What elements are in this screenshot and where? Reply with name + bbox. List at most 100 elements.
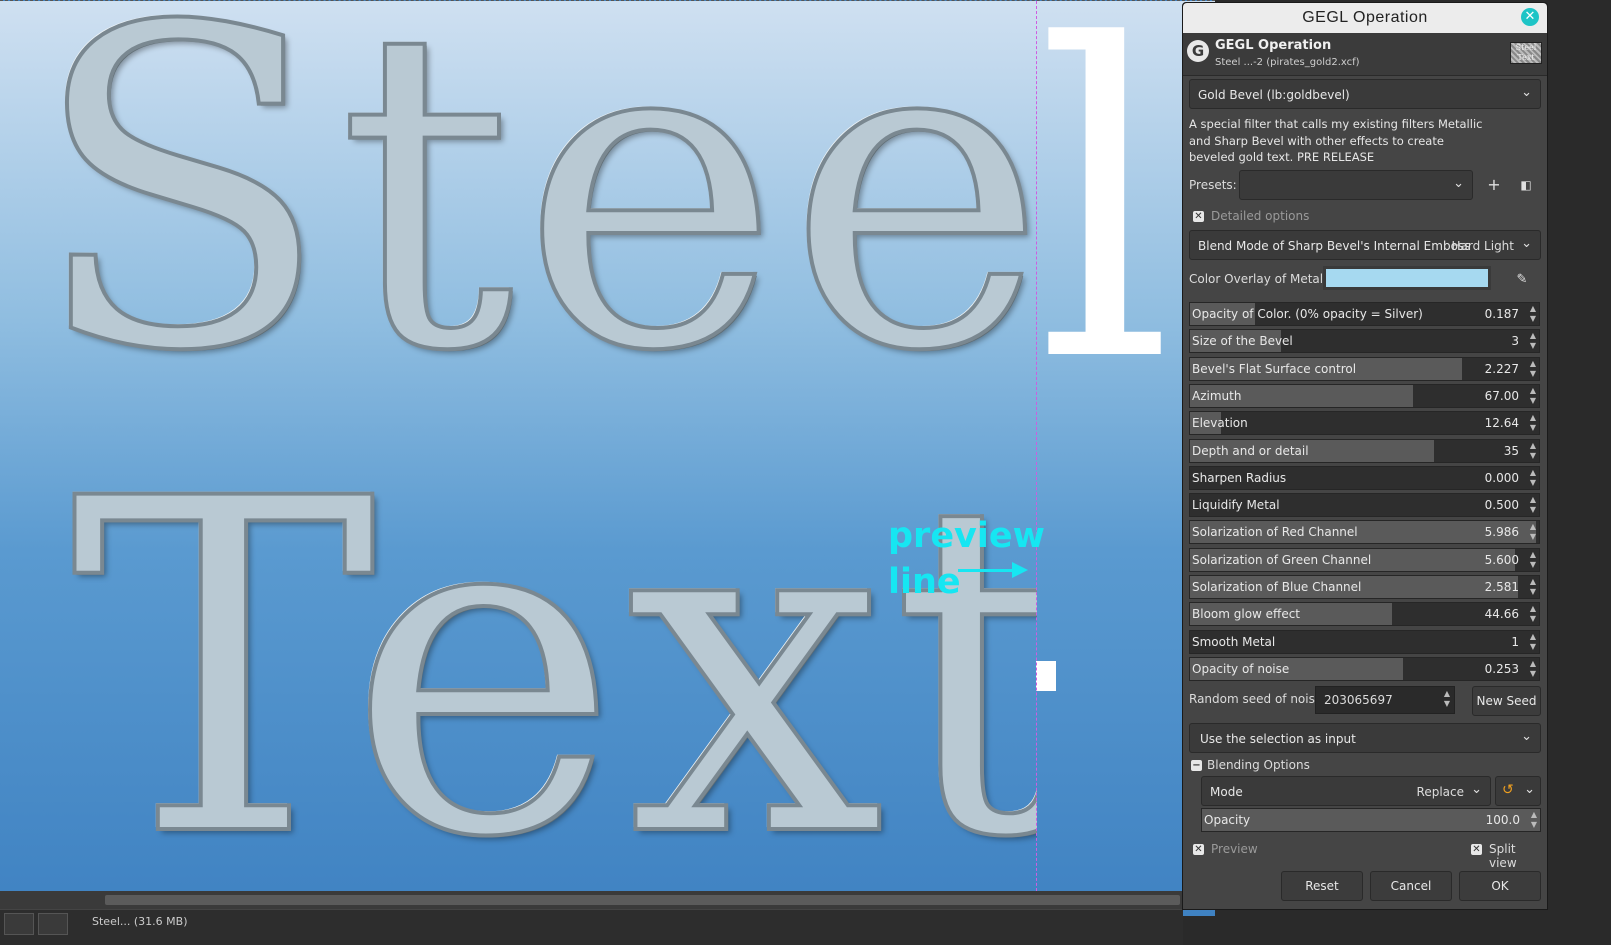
header-subtitle: Steel ...-2 (pirates_gold2.xcf) <box>1215 57 1360 68</box>
blend-mode-label: Blend Mode of Sharp Bevel's Internal Emb… <box>1198 239 1471 253</box>
blending-options-collapse[interactable]: − <box>1191 760 1202 771</box>
seed-input[interactable]: 203065697 ▲ ▼ <box>1315 686 1455 714</box>
slider-value: 0.000 <box>1484 470 1519 485</box>
status-zoom-button[interactable] <box>38 913 68 935</box>
close-icon[interactable]: ✕ <box>1521 8 1539 26</box>
color-picker-icon[interactable]: ✎ <box>1509 267 1535 293</box>
slider-label: Solarization of Red Channel <box>1192 525 1358 540</box>
add-preset-icon[interactable]: + <box>1481 172 1507 198</box>
spin-icon[interactable]: ▲ ▼ <box>1530 604 1536 624</box>
param-slider[interactable]: Elevation 12.64 ▲ ▼ <box>1189 411 1540 436</box>
scrollbar-thumb[interactable] <box>105 895 1180 905</box>
input-mode-value: Use the selection as input <box>1200 732 1356 746</box>
image-thumbnail: Steel Text <box>1510 42 1542 64</box>
slider-value: 100.0 <box>1485 813 1520 827</box>
slider-label: Solarization of Blue Channel <box>1192 580 1362 594</box>
spin-icon[interactable]: ▲ ▼ <box>1530 468 1536 488</box>
slider-value: 67.00 <box>1484 388 1519 403</box>
param-slider[interactable]: Bevel's Flat Surface control 2.227 ▲ ▼ <box>1189 356 1540 381</box>
param-slider[interactable]: Depth and or detail 35 ▲ ▼ <box>1189 438 1540 463</box>
blend-mode-replace-select[interactable]: Mode Replace ⌄ <box>1201 776 1491 806</box>
spin-icon[interactable]: ▲ ▼ <box>1531 810 1537 830</box>
new-seed-button[interactable]: New Seed <box>1472 686 1541 716</box>
split-view-label: Split view <box>1489 842 1517 870</box>
spin-icon[interactable]: ▲ ▼ <box>1530 441 1536 461</box>
presets-label: Presets: <box>1189 178 1237 192</box>
gegl-logo-icon: G <box>1187 40 1209 62</box>
spin-icon[interactable]: ▲ ▼ <box>1530 495 1536 515</box>
original-letter-t-fragment <box>1036 661 1056 691</box>
original-letter-l: l <box>1036 0 1174 456</box>
annotation-arrow-shaft <box>958 569 1016 572</box>
ok-button[interactable]: OK <box>1459 871 1541 901</box>
operation-description: A special filter that calls my existing … <box>1189 117 1483 164</box>
spin-icon[interactable]: ▲ ▼ <box>1530 386 1536 406</box>
slider-value: 2.227 <box>1484 361 1519 376</box>
spin-icon[interactable]: ▲ ▼ <box>1530 632 1536 652</box>
arrow-right-icon <box>1012 562 1028 578</box>
blend-mode-select[interactable]: Blend Mode of Sharp Bevel's Internal Emb… <box>1189 230 1541 260</box>
color-overlay-label: Color Overlay of Metal <box>1189 272 1324 286</box>
chevron-down-icon: ⌄ <box>1453 176 1464 191</box>
param-slider[interactable]: Opacity of noise 0.253 ▲ ▼ <box>1189 656 1540 681</box>
image-canvas[interactable]: Steel Text l preview line <box>0 0 1215 916</box>
slider-label: Elevation <box>1192 416 1248 431</box>
input-mode-select[interactable]: Use the selection as input ⌄ <box>1189 723 1541 753</box>
slider-value: 5.986 <box>1484 525 1519 540</box>
reset-button[interactable]: Reset <box>1281 871 1363 901</box>
horizontal-scrollbar[interactable] <box>0 891 1183 909</box>
detailed-options-checkbox[interactable]: ✕ <box>1193 211 1204 222</box>
header-title: GEGL Operation <box>1215 38 1332 53</box>
spin-icon[interactable]: ▲ ▼ <box>1530 577 1536 597</box>
dialog-title: GEGL Operation <box>1302 9 1428 26</box>
slider-label: Bevel's Flat Surface control <box>1192 361 1357 376</box>
split-view-checkbox[interactable]: ✕ <box>1471 844 1482 855</box>
presets-select[interactable]: ⌄ <box>1239 170 1473 200</box>
status-text: Steel... (31.6 MB) <box>92 915 188 928</box>
blend-mode-value: Hard Light <box>1451 239 1514 253</box>
param-slider[interactable]: Opacity of Color. (0% opacity = Silver) 0… <box>1189 302 1540 326</box>
status-bar: Steel... (31.6 MB) <box>0 909 1183 945</box>
spin-icon[interactable]: ▲ ▼ <box>1530 413 1536 433</box>
slider-value: 3 <box>1511 334 1519 349</box>
dialog-titlebar[interactable]: GEGL Operation ✕ <box>1183 3 1547 33</box>
param-slider[interactable]: Smooth Metal 1 ▲ ▼ <box>1189 629 1540 654</box>
param-slider[interactable]: Sharpen Radius 0.000 ▲ ▼ <box>1189 465 1540 490</box>
color-overlay-swatch[interactable] <box>1323 266 1491 290</box>
param-slider[interactable]: Azimuth 67.00 ▲ ▼ <box>1189 383 1540 408</box>
split-view-preview-line[interactable] <box>1036 1 1037 916</box>
slider-label: Depth and or detail <box>1192 443 1309 458</box>
cancel-button[interactable]: Cancel <box>1370 871 1452 901</box>
slider-value: 0.500 <box>1484 498 1519 513</box>
thumbnail-text: Steel Text <box>1515 43 1537 62</box>
param-slider[interactable]: Size of the Bevel 3 ▲ ▼ <box>1189 329 1540 354</box>
operation-select[interactable]: Gold Bevel (lb:goldbevel) ⌄ <box>1189 79 1541 109</box>
blending-options-label: Blending Options <box>1207 758 1310 772</box>
spin-icon[interactable]: ▲ ▼ <box>1530 331 1536 351</box>
preset-menu-icon[interactable]: ◧ <box>1513 172 1539 198</box>
gegl-operation-dialog: GEGL Operation ✕ G GEGL Operation Steel … <box>1182 2 1548 910</box>
slider-value: 35 <box>1503 443 1519 458</box>
spin-icon[interactable]: ▲ ▼ <box>1530 550 1536 570</box>
spin-icon[interactable]: ▲ ▼ <box>1530 304 1536 324</box>
param-slider[interactable]: Liquidify Metal 0.500 ▲ ▼ <box>1189 493 1540 518</box>
slider-value: 5.600 <box>1484 552 1519 567</box>
param-slider[interactable]: Solarization of Blue Channel 2.581 ▲ ▼ <box>1189 575 1540 599</box>
param-slider[interactable]: Solarization of Red Channel 5.986 ▲ ▼ <box>1189 520 1540 545</box>
chevron-down-icon: ⌄ <box>1521 236 1532 251</box>
spin-icon[interactable]: ▲ ▼ <box>1530 359 1536 379</box>
param-slider[interactable]: Solarization of Green Channel 5.600 ▲ ▼ <box>1189 547 1540 572</box>
param-slider[interactable]: Bloom glow effect 44.66 ▲ ▼ <box>1189 602 1540 627</box>
seed-spin-icon[interactable]: ▲ ▼ <box>1444 689 1450 709</box>
blend-opacity-slider[interactable]: Opacity 100.0 ▲ ▼ <box>1201 808 1541 832</box>
seed-value: 203065697 <box>1324 693 1393 707</box>
canvas-text-steel: Steel <box>28 0 1200 447</box>
composite-mode-button[interactable]: ↺ ⌄ <box>1495 776 1541 806</box>
chevron-down-icon: ⌄ <box>1471 782 1482 797</box>
preview-checkbox[interactable]: ✕ <box>1193 844 1204 855</box>
chevron-down-icon: ⌄ <box>1521 729 1532 744</box>
status-unit-button[interactable] <box>4 913 34 935</box>
spin-icon[interactable]: ▲ ▼ <box>1530 522 1536 542</box>
slider-label: Bloom glow effect <box>1192 607 1301 622</box>
spin-icon[interactable]: ▲ ▼ <box>1530 659 1536 679</box>
